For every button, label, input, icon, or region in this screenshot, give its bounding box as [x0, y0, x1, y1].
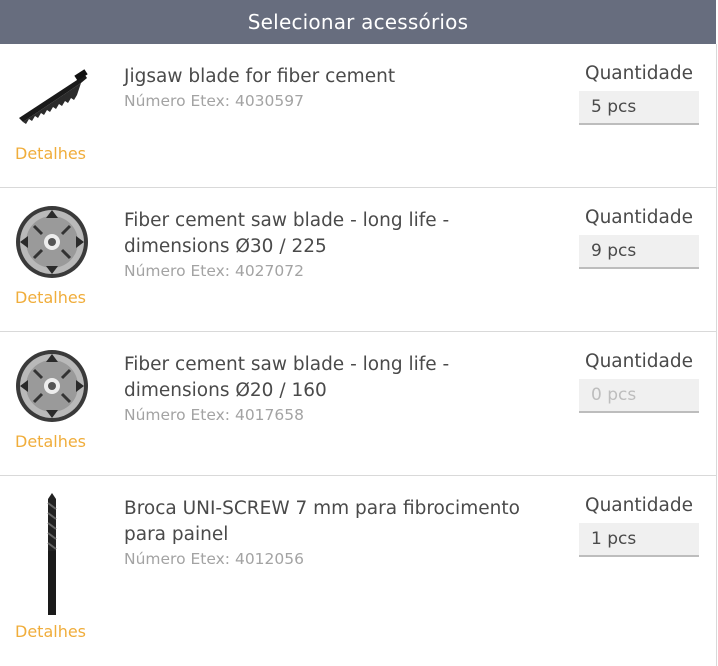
item-title: Fiber cement saw blade - long life - dim…: [124, 210, 450, 257]
item-title: Broca UNI-SCREW 7 mm para fibrocimento p…: [124, 498, 520, 545]
quantity-label: Quantidade: [585, 207, 693, 228]
item-number: Número Etex: 4012056: [124, 550, 304, 568]
header-title: Selecionar acessórios: [247, 10, 469, 34]
item-info: Broca UNI-SCREW 7 mm para fibrocimento p…: [124, 496, 554, 568]
item-title: Jigsaw blade for fiber cement: [124, 66, 396, 87]
item-info: Fiber cement saw blade - long life - dim…: [124, 208, 554, 280]
quantity-group: Quantidade: [579, 351, 699, 413]
quantity-label: Quantidade: [585, 351, 693, 372]
item-title: Fiber cement saw blade - long life - dim…: [124, 354, 450, 401]
accessory-item: Detalhes Broca UNI-SCREW 7 mm para fibro…: [0, 476, 716, 666]
quantity-input[interactable]: [579, 91, 699, 125]
dialog-header: Selecionar acessórios: [0, 0, 716, 44]
saw-blade-icon: [14, 206, 90, 278]
details-link[interactable]: Detalhes: [15, 432, 86, 451]
item-info: Fiber cement saw blade - long life - dim…: [124, 352, 554, 424]
quantity-label: Quantidade: [585, 63, 693, 84]
quantity-label: Quantidade: [585, 495, 693, 516]
accessory-item: Detalhes Jigsaw blade for fiber cement N…: [0, 44, 716, 188]
item-info: Jigsaw blade for fiber cement Número Ete…: [124, 64, 554, 110]
details-link[interactable]: Detalhes: [15, 288, 86, 307]
drill-bit-icon: [14, 492, 90, 618]
accessory-item: Detalhes Fiber cement saw blade - long l…: [0, 332, 716, 476]
accessory-item: Detalhes Fiber cement saw blade - long l…: [0, 188, 716, 332]
accessory-list: Detalhes Jigsaw blade for fiber cement N…: [0, 44, 717, 666]
item-number: Número Etex: 4030597: [124, 92, 304, 110]
quantity-group: Quantidade: [579, 495, 699, 557]
quantity-input[interactable]: [579, 235, 699, 269]
jigsaw-blade-icon: [14, 66, 90, 130]
details-link[interactable]: Detalhes: [15, 622, 86, 641]
quantity-input[interactable]: [579, 379, 699, 413]
item-number: Número Etex: 4027072: [124, 262, 304, 280]
quantity-group: Quantidade: [579, 207, 699, 269]
quantity-input[interactable]: [579, 523, 699, 557]
quantity-group: Quantidade: [579, 63, 699, 125]
item-number: Número Etex: 4017658: [124, 406, 304, 424]
saw-blade-icon: [14, 350, 90, 422]
details-link[interactable]: Detalhes: [15, 144, 86, 163]
